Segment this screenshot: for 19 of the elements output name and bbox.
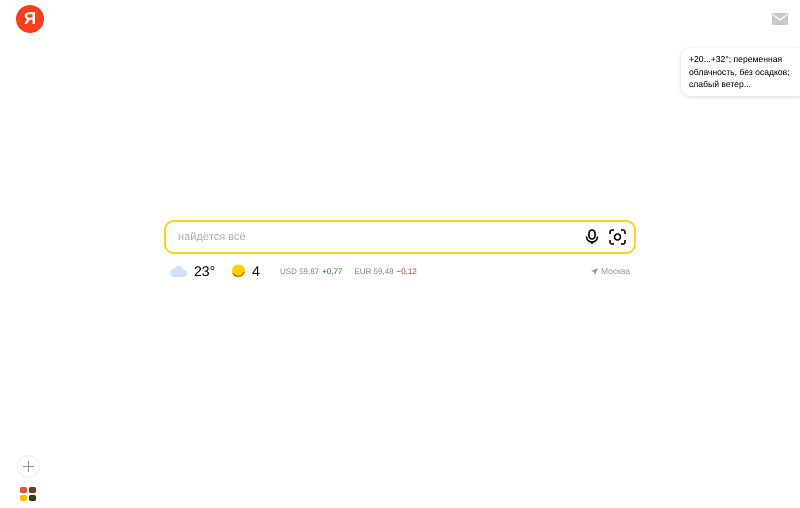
yandex-logo[interactable]: Я [16,5,44,33]
currency-rate[interactable]: USD 59,87 [280,266,320,276]
services-icon[interactable] [19,486,37,502]
city-link[interactable]: Москва [590,266,630,276]
add-button[interactable] [16,455,40,478]
microphone-icon[interactable] [585,229,599,245]
location-arrow-icon [590,268,598,274]
plus-icon [22,461,34,472]
weather-temperature[interactable]: 23° [194,263,216,279]
search-input[interactable]: найдётся всё [176,230,575,244]
traffic-score[interactable]: 4 [252,263,260,279]
currency-rate[interactable]: EUR 59,48 [354,266,394,276]
traffic-icon [231,264,246,278]
rate-change: −0,12 [396,266,417,276]
weather-tooltip: +20...+32°; переменная облачность, без осадков; слабый ветер... [681,48,800,96]
search-field[interactable]: найдётся всё [164,220,636,254]
camera-icon[interactable] [609,229,626,245]
cloud-icon [170,265,188,277]
rate-change: +0,77 [322,266,342,276]
